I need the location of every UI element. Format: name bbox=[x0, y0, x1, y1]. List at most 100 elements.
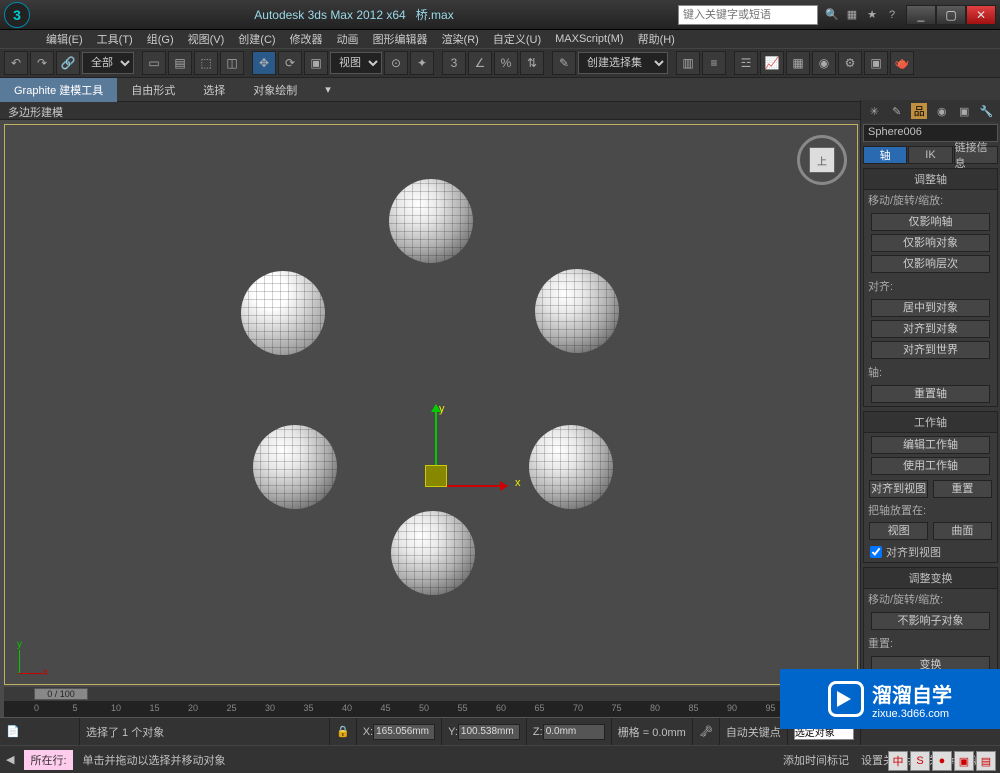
mirror-icon[interactable]: ▥ bbox=[676, 51, 700, 75]
menu-render[interactable]: 渲染(R) bbox=[436, 31, 485, 47]
center-to-object-button[interactable]: 居中到对象 bbox=[871, 299, 991, 317]
render-icon[interactable]: 🫖 bbox=[890, 51, 914, 75]
sphere-object[interactable] bbox=[391, 511, 475, 595]
angle-snap-icon[interactable]: ∠ bbox=[468, 51, 492, 75]
tray-icon[interactable]: 中 bbox=[888, 751, 908, 771]
material-icon[interactable]: ◉ bbox=[812, 51, 836, 75]
menu-graph[interactable]: 图形编辑器 bbox=[367, 31, 434, 47]
place-view-button[interactable]: 视图 bbox=[869, 522, 928, 540]
menu-modifiers[interactable]: 修改器 bbox=[284, 31, 329, 47]
script-icon[interactable]: 📄 bbox=[6, 725, 20, 738]
time-slider[interactable]: 0 / 100 05101520253035404550556065707580… bbox=[4, 687, 858, 717]
search-icon[interactable]: 🔍 bbox=[824, 7, 840, 23]
align-to-view-button[interactable]: 对齐到视图 bbox=[869, 480, 928, 498]
layer-icon[interactable]: ☲ bbox=[734, 51, 758, 75]
refcoord-select[interactable]: 视图 bbox=[330, 52, 382, 74]
align-icon[interactable]: ≡ bbox=[702, 51, 726, 75]
utilities-tab-icon[interactable]: 🔧 bbox=[979, 103, 995, 119]
pivot-tab[interactable]: 轴 bbox=[863, 146, 907, 164]
modify-tab-icon[interactable]: ✎ bbox=[889, 103, 905, 119]
left-arrow-icon[interactable]: ◀ bbox=[6, 754, 14, 766]
affect-hierarchy-button[interactable]: 仅影响层次 bbox=[871, 255, 991, 273]
menu-help[interactable]: 帮助(H) bbox=[632, 31, 681, 47]
manip-icon[interactable]: ✦ bbox=[410, 51, 434, 75]
menu-script[interactable]: MAXScript(M) bbox=[549, 33, 629, 45]
schematic-icon[interactable]: ▦ bbox=[786, 51, 810, 75]
help-search-input[interactable] bbox=[678, 5, 818, 25]
tray-icon[interactable]: ▣ bbox=[954, 751, 974, 771]
star-icon[interactable]: ★ bbox=[864, 7, 880, 23]
lock-icon[interactable]: 🔒 bbox=[336, 725, 350, 738]
scope-select[interactable]: 全部 bbox=[82, 52, 134, 74]
render-setup-icon[interactable]: ⚙ bbox=[838, 51, 862, 75]
spinner-snap-icon[interactable]: ⇅ bbox=[520, 51, 544, 75]
tab-paint[interactable]: 对象绘制 bbox=[239, 78, 311, 102]
edit-working-pivot-button[interactable]: 编辑工作轴 bbox=[871, 436, 991, 454]
link-icon[interactable]: 🔗 bbox=[56, 51, 80, 75]
selection-set-select[interactable]: 创建选择集 bbox=[578, 52, 668, 74]
close-button[interactable]: ✕ bbox=[966, 5, 996, 25]
curve-editor-icon[interactable]: 📈 bbox=[760, 51, 784, 75]
tab-selection[interactable]: 选择 bbox=[189, 78, 239, 102]
pivot-icon[interactable]: ⊙ bbox=[384, 51, 408, 75]
menu-custom[interactable]: 自定义(U) bbox=[487, 31, 547, 47]
app-icon[interactable]: 3 bbox=[4, 2, 30, 28]
reset-wp-button[interactable]: 重置 bbox=[933, 480, 992, 498]
tray-icon[interactable]: ▤ bbox=[976, 751, 996, 771]
sphere-object[interactable] bbox=[535, 269, 619, 353]
sub-icon[interactable]: ▦ bbox=[844, 7, 860, 23]
maximize-button[interactable]: ▢ bbox=[936, 5, 966, 25]
viewcube[interactable]: 上 bbox=[797, 135, 847, 185]
minimize-button[interactable]: _ bbox=[906, 5, 936, 25]
select-icon[interactable]: ▭ bbox=[142, 51, 166, 75]
sphere-object[interactable] bbox=[529, 425, 613, 509]
motion-tab-icon[interactable]: ◉ bbox=[934, 103, 950, 119]
menu-view[interactable]: 视图(V) bbox=[182, 31, 231, 47]
ik-tab[interactable]: IK bbox=[908, 146, 952, 164]
rotate-icon[interactable]: ⟳ bbox=[278, 51, 302, 75]
tray-icon[interactable]: ● bbox=[932, 751, 952, 771]
menu-edit[interactable]: 编辑(E) bbox=[40, 31, 89, 47]
select-window-icon[interactable]: ⬚ bbox=[194, 51, 218, 75]
select-name-icon[interactable]: ▤ bbox=[168, 51, 192, 75]
menu-anim[interactable]: 动画 bbox=[331, 31, 365, 47]
reset-pivot-button[interactable]: 重置轴 bbox=[871, 385, 991, 403]
place-surface-button[interactable]: 曲面 bbox=[933, 522, 992, 540]
create-tab-icon[interactable]: ✳ bbox=[866, 103, 882, 119]
dont-affect-children-button[interactable]: 不影响子对象 bbox=[871, 612, 991, 630]
hierarchy-tab-icon[interactable]: 品 bbox=[911, 103, 927, 119]
select-region-icon[interactable]: ◫ bbox=[220, 51, 244, 75]
align-to-world-button[interactable]: 对齐到世界 bbox=[871, 341, 991, 359]
tab-graphite[interactable]: Graphite 建模工具 bbox=[0, 78, 117, 102]
menu-group[interactable]: 组(G) bbox=[141, 31, 180, 47]
sphere-object[interactable] bbox=[389, 179, 473, 263]
time-handle[interactable]: 0 / 100 bbox=[34, 688, 88, 700]
ribbon-min-icon[interactable]: ▾ bbox=[311, 79, 345, 100]
viewport[interactable]: 上 y x yx bbox=[4, 124, 858, 685]
affect-pivot-button[interactable]: 仅影响轴 bbox=[871, 213, 991, 231]
add-time-tag[interactable]: 添加时间标记 bbox=[777, 752, 855, 768]
named-sel-icon[interactable]: ✎ bbox=[552, 51, 576, 75]
z-coord-input[interactable] bbox=[543, 724, 605, 740]
redo-icon[interactable]: ↷ bbox=[30, 51, 54, 75]
x-coord-input[interactable] bbox=[373, 724, 435, 740]
display-tab-icon[interactable]: ▣ bbox=[956, 103, 972, 119]
key-icon[interactable]: 🗝 bbox=[699, 725, 713, 738]
percent-snap-icon[interactable]: % bbox=[494, 51, 518, 75]
menu-tools[interactable]: 工具(T) bbox=[91, 31, 139, 47]
sphere-object[interactable] bbox=[241, 271, 325, 355]
align-to-object-button[interactable]: 对齐到对象 bbox=[871, 320, 991, 338]
autokey-button[interactable]: 自动关键点 bbox=[720, 718, 788, 745]
tab-freeform[interactable]: 自由形式 bbox=[117, 78, 189, 102]
linkinfo-tab[interactable]: 链接信息 bbox=[954, 146, 998, 164]
tray-icon[interactable]: S bbox=[910, 751, 930, 771]
render-frame-icon[interactable]: ▣ bbox=[864, 51, 888, 75]
y-coord-input[interactable] bbox=[458, 724, 520, 740]
align-to-view-check[interactable] bbox=[870, 546, 882, 558]
help-icon[interactable]: ? bbox=[884, 7, 900, 23]
snap-icon[interactable]: 3 bbox=[442, 51, 466, 75]
sphere-object[interactable] bbox=[253, 425, 337, 509]
move-icon[interactable]: ✥ bbox=[252, 51, 276, 75]
use-working-pivot-button[interactable]: 使用工作轴 bbox=[871, 457, 991, 475]
menu-create[interactable]: 创建(C) bbox=[232, 31, 281, 47]
